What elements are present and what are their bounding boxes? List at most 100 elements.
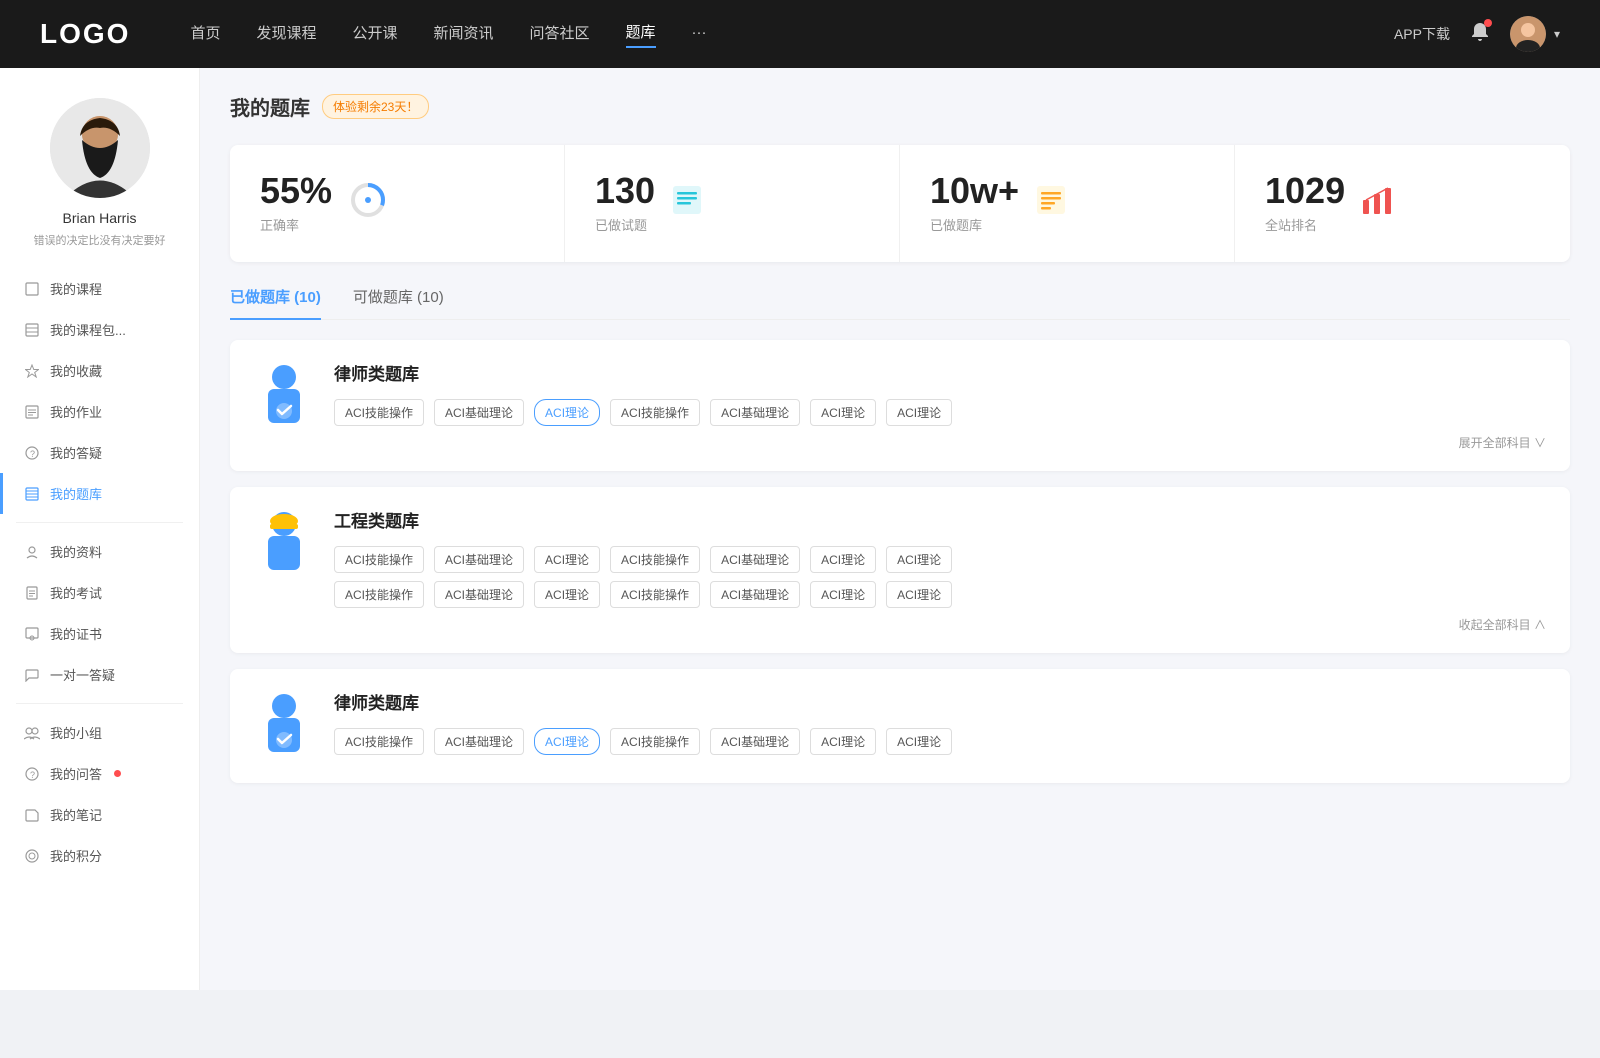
lawyer-icon-1	[254, 360, 314, 430]
tag-3-6[interactable]: ACI理论	[886, 728, 952, 755]
nav-mooc[interactable]: 公开课	[352, 22, 397, 47]
tag-2a-4[interactable]: ACI基础理论	[710, 546, 800, 573]
homework-icon	[24, 404, 40, 420]
sidebar-item-coursepack[interactable]: 我的课程包...	[0, 309, 199, 350]
nav-menu: 首页 发现课程 公开课 新闻资讯 问答社区 题库 ···	[190, 21, 1394, 48]
collapse-link-2[interactable]: 收起全部科目 ∧	[334, 616, 1546, 633]
tab-available[interactable]: 可做题库 (10)	[353, 286, 444, 319]
sidebar-item-exam[interactable]: 我的考试	[0, 572, 199, 613]
sidebar-item-myqa[interactable]: ? 我的问答	[0, 753, 199, 794]
tag-3-2[interactable]: ACI理论	[534, 728, 600, 755]
tag-1-0[interactable]: ACI技能操作	[334, 399, 424, 426]
banks-done-label: 已做题库	[930, 215, 1019, 234]
user-avatar-nav[interactable]: ▾	[1510, 16, 1560, 52]
expand-link-1[interactable]: 展开全部科目 ∨	[334, 434, 1546, 451]
tag-2a-2[interactable]: ACI理论	[534, 546, 600, 573]
sidebar-item-qa[interactable]: ? 我的答疑	[0, 432, 199, 473]
tag-2b-2[interactable]: ACI理论	[534, 581, 600, 608]
qbank-title-2: 工程类题库	[334, 507, 1546, 532]
stat-questions-done: 130 已做试题	[565, 145, 900, 262]
tag-2b-6[interactable]: ACI理论	[886, 581, 952, 608]
tag-3-0[interactable]: ACI技能操作	[334, 728, 424, 755]
sidebar-item-profile[interactable]: 我的资料	[0, 531, 199, 572]
stat-rank: 1029 全站排名	[1235, 145, 1570, 262]
avatar-image	[1510, 16, 1546, 52]
qbank-section-lawyer-1: 律师类题库 ACI技能操作 ACI基础理论 ACI理论 ACI技能操作 ACI基…	[230, 340, 1570, 471]
tag-2a-1[interactable]: ACI基础理论	[434, 546, 524, 573]
tab-row: 已做题库 (10) 可做题库 (10)	[230, 286, 1570, 320]
engineer-icon	[254, 507, 314, 577]
user-motto: 错误的决定比没有决定要好	[18, 232, 182, 248]
banks-done-icon	[1035, 184, 1067, 223]
tag-3-4[interactable]: ACI基础理论	[710, 728, 800, 755]
tag-1-3[interactable]: ACI技能操作	[610, 399, 700, 426]
tag-row-2b: ACI技能操作 ACI基础理论 ACI理论 ACI技能操作 ACI基础理论 AC…	[334, 581, 1546, 608]
sidebar-divider-2	[16, 703, 183, 704]
nav-home[interactable]: 首页	[190, 22, 220, 47]
tag-2b-3[interactable]: ACI技能操作	[610, 581, 700, 608]
tag-2b-1[interactable]: ACI基础理论	[434, 581, 524, 608]
user-name: Brian Harris	[63, 210, 137, 226]
tag-3-1[interactable]: ACI基础理论	[434, 728, 524, 755]
nav-qa[interactable]: 问答社区	[530, 22, 590, 47]
lawyer-icon-2	[254, 689, 314, 759]
nav-discover[interactable]: 发现课程	[256, 22, 316, 47]
trial-badge: 体验剩余23天！	[322, 94, 429, 119]
page-wrapper: Brian Harris 错误的决定比没有决定要好 我的课程 我的课程包... …	[0, 68, 1600, 990]
tag-2b-4[interactable]: ACI基础理论	[710, 581, 800, 608]
rank-label: 全站排名	[1265, 215, 1345, 234]
tag-1-6[interactable]: ACI理论	[886, 399, 952, 426]
questions-done-label: 已做试题	[595, 215, 655, 234]
qbank-section-engineer: 工程类题库 ACI技能操作 ACI基础理论 ACI理论 ACI技能操作 ACI基…	[230, 487, 1570, 653]
sidebar-item-cert[interactable]: 我的证书	[0, 613, 199, 654]
tag-2a-0[interactable]: ACI技能操作	[334, 546, 424, 573]
navbar: LOGO 首页 发现课程 公开课 新闻资讯 问答社区 题库 ··· APP下载	[0, 0, 1600, 68]
tag-3-3[interactable]: ACI技能操作	[610, 728, 700, 755]
sidebar-item-qbank[interactable]: 我的题库	[0, 473, 199, 514]
main-content: 我的题库 体验剩余23天！ 55% 正确率	[200, 68, 1600, 990]
rank-icon	[1361, 184, 1393, 223]
notes-icon	[24, 807, 40, 823]
tag-2b-5[interactable]: ACI理论	[810, 581, 876, 608]
points-icon	[24, 848, 40, 864]
group-icon	[24, 725, 40, 741]
app-download-button[interactable]: APP下载	[1394, 24, 1450, 44]
sidebar-item-1on1[interactable]: 一对一答疑	[0, 654, 199, 695]
sidebar-item-homework[interactable]: 我的作业	[0, 391, 199, 432]
tag-1-5[interactable]: ACI理论	[810, 399, 876, 426]
tag-2a-5[interactable]: ACI理论	[810, 546, 876, 573]
sidebar-item-favorites[interactable]: 我的收藏	[0, 350, 199, 391]
tab-done[interactable]: 已做题库 (10)	[230, 286, 321, 319]
tag-1-4[interactable]: ACI基础理论	[710, 399, 800, 426]
nav-news[interactable]: 新闻资讯	[434, 22, 494, 47]
sidebar-menu: 我的课程 我的课程包... 我的收藏 我的作业	[0, 268, 199, 876]
tag-1-1[interactable]: ACI基础理论	[434, 399, 524, 426]
sidebar-item-mycourse[interactable]: 我的课程	[0, 268, 199, 309]
qbank-title-3: 律师类题库	[334, 689, 1546, 714]
tag-2a-6[interactable]: ACI理论	[886, 546, 952, 573]
profile-icon	[24, 544, 40, 560]
accuracy-icon	[348, 180, 388, 227]
tag-row-1: ACI技能操作 ACI基础理论 ACI理论 ACI技能操作 ACI基础理论 AC…	[334, 399, 1546, 426]
questions-done-icon	[671, 184, 703, 223]
qbank-section-lawyer-2: 律师类题库 ACI技能操作 ACI基础理论 ACI理论 ACI技能操作 ACI基…	[230, 669, 1570, 783]
myqa-notification-dot	[114, 770, 121, 777]
svg-text:?: ?	[30, 449, 35, 459]
sidebar-item-group[interactable]: 我的小组	[0, 712, 199, 753]
tag-3-5[interactable]: ACI理论	[810, 728, 876, 755]
nav-qbank[interactable]: 题库	[626, 21, 656, 48]
tag-2b-0[interactable]: ACI技能操作	[334, 581, 424, 608]
exam-icon	[24, 585, 40, 601]
page-title: 我的题库	[230, 92, 310, 121]
qbank-icon	[24, 486, 40, 502]
tag-1-2[interactable]: ACI理论	[534, 399, 600, 426]
tag-2a-3[interactable]: ACI技能操作	[610, 546, 700, 573]
banks-done-value: 10w+	[930, 173, 1019, 209]
sidebar-item-notes[interactable]: 我的笔记	[0, 794, 199, 835]
sidebar-item-points[interactable]: 我的积分	[0, 835, 199, 876]
navbar-right: APP下载 ▾	[1394, 16, 1560, 52]
notification-bell[interactable]	[1470, 21, 1490, 48]
cert-icon	[24, 626, 40, 642]
stats-row: 55% 正确率 130 已做试题	[230, 145, 1570, 262]
nav-more[interactable]: ···	[692, 24, 707, 45]
